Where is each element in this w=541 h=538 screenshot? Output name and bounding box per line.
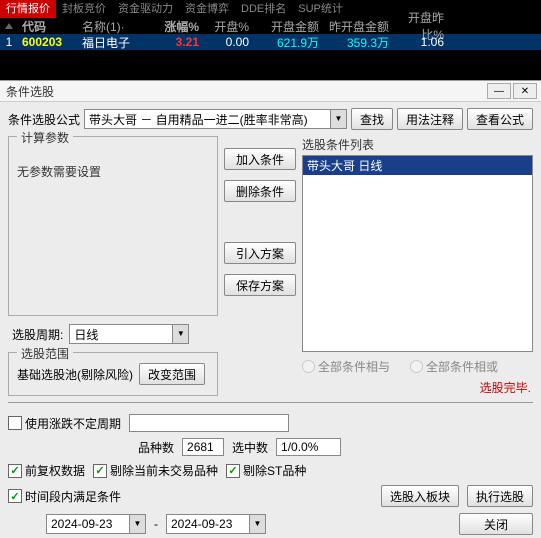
hit-label: 选中数 <box>232 439 268 456</box>
save-plan-button[interactable]: 保存方案 <box>224 274 296 296</box>
chevron-down-icon[interactable]: ▼ <box>172 325 188 343</box>
hdr-name[interactable]: 名称(1)· <box>78 18 153 35</box>
minimize-icon[interactable]: — <box>487 83 511 99</box>
formula-select[interactable]: 带头大哥 － 自用精品一进二(胜率非常高) ▼ <box>84 109 347 129</box>
hit-count: 1/0.0% <box>276 438 341 456</box>
close-icon[interactable]: ✕ <box>513 83 537 99</box>
done-text: 选股完毕. <box>302 377 533 396</box>
top-tabs: 行情报价封板竞价资金驱动力资金博弈DDE排名SUP统计 <box>0 0 541 18</box>
top-tab-3[interactable]: 资金博弈 <box>179 0 235 18</box>
to-block-button[interactable]: 选股入板块 <box>381 485 459 507</box>
chevron-down-icon[interactable]: ▼ <box>249 515 265 533</box>
cell-idx: 1 <box>0 35 18 49</box>
condition-item[interactable]: 带头大哥 日线 <box>303 156 532 175</box>
add-condition-button[interactable]: 加入条件 <box>224 148 296 170</box>
formula-label: 条件选股公式 <box>8 111 80 128</box>
hdr-open[interactable]: 开盘% <box>203 18 253 35</box>
cell-name: 福日电子 <box>78 34 153 51</box>
chevron-down-icon[interactable]: ▼ <box>129 515 145 533</box>
cb-time-range[interactable]: ✓时间段内满足条件 <box>8 488 121 505</box>
hdr-code[interactable]: 代码 <box>18 18 78 35</box>
period-select[interactable]: 日线 ▼ <box>69 324 189 344</box>
condition-list[interactable]: 带头大哥 日线 <box>302 155 533 352</box>
kind-label: 品种数 <box>138 439 174 456</box>
radio-and[interactable]: 全部条件相与 <box>302 358 390 375</box>
delete-condition-button[interactable]: 删除条件 <box>224 180 296 202</box>
kind-count: 2681 <box>182 438 224 456</box>
date-from[interactable]: 2024-09-23▼ <box>46 514 146 534</box>
find-button[interactable]: 查找 <box>351 108 393 130</box>
cell-rate: 1.06 <box>393 35 448 49</box>
sort-icon <box>5 23 13 29</box>
radio-or[interactable]: 全部条件相或 <box>410 358 498 375</box>
hdr-amt2[interactable]: 昨开盘金额 <box>323 18 393 35</box>
cb-excl-st[interactable]: ✓剔除ST品种 <box>226 462 306 479</box>
cell-amt1: 621.9万 <box>253 34 323 51</box>
top-tab-1[interactable]: 封板竞价 <box>56 0 112 18</box>
top-tab-0[interactable]: 行情报价 <box>0 0 56 18</box>
cell-open: 0.00 <box>203 35 253 49</box>
dialog-title: 条件选股 <box>6 83 54 100</box>
hdr-pct[interactable]: 涨幅% <box>153 18 203 35</box>
cb-excl-notrade[interactable]: ✓剔除当前未交易品种 <box>93 462 218 479</box>
condition-list-label: 选股条件列表 <box>302 136 533 153</box>
calc-legend: 计算参数 <box>17 129 73 146</box>
close-button[interactable]: 关闭 <box>459 513 533 535</box>
top-tab-4[interactable]: DDE排名 <box>235 0 292 18</box>
chevron-down-icon[interactable]: ▼ <box>330 110 346 128</box>
cb-undef-period[interactable]: 使用涨跌不定周期 <box>8 415 121 432</box>
hdr-amt1[interactable]: 开盘金额 <box>253 18 323 35</box>
import-plan-button[interactable]: 引入方案 <box>224 242 296 264</box>
no-param-text: 无参数需要设置 <box>17 145 209 180</box>
table-row[interactable]: 1 600203 福日电子 3.21 0.00 621.9万 359.3万 1.… <box>0 34 541 50</box>
cell-code: 600203 <box>18 35 78 49</box>
top-tab-5[interactable]: SUP统计 <box>292 0 349 18</box>
view-formula-button[interactable]: 查看公式 <box>467 108 533 130</box>
grid-header: 代码 名称(1)· 涨幅% 开盘% 开盘金额 昨开盘金额 开盘昨比% <box>0 18 541 34</box>
undef-period-field <box>129 414 289 432</box>
cell-amt2: 359.3万 <box>323 34 393 51</box>
exec-button[interactable]: 执行选股 <box>467 485 533 507</box>
scope-legend: 选股范围 <box>17 345 73 362</box>
date-to[interactable]: 2024-09-23▼ <box>166 514 266 534</box>
top-tab-2[interactable]: 资金驱动力 <box>112 0 179 18</box>
scope-default-text: 基础选股池(剔除风险) <box>17 366 133 383</box>
cell-pct: 3.21 <box>153 35 203 49</box>
change-scope-button[interactable]: 改变范围 <box>139 363 205 385</box>
period-label: 选股周期: <box>12 326 63 343</box>
usage-button[interactable]: 用法注释 <box>397 108 463 130</box>
cb-qfq[interactable]: ✓前复权数据 <box>8 462 85 479</box>
